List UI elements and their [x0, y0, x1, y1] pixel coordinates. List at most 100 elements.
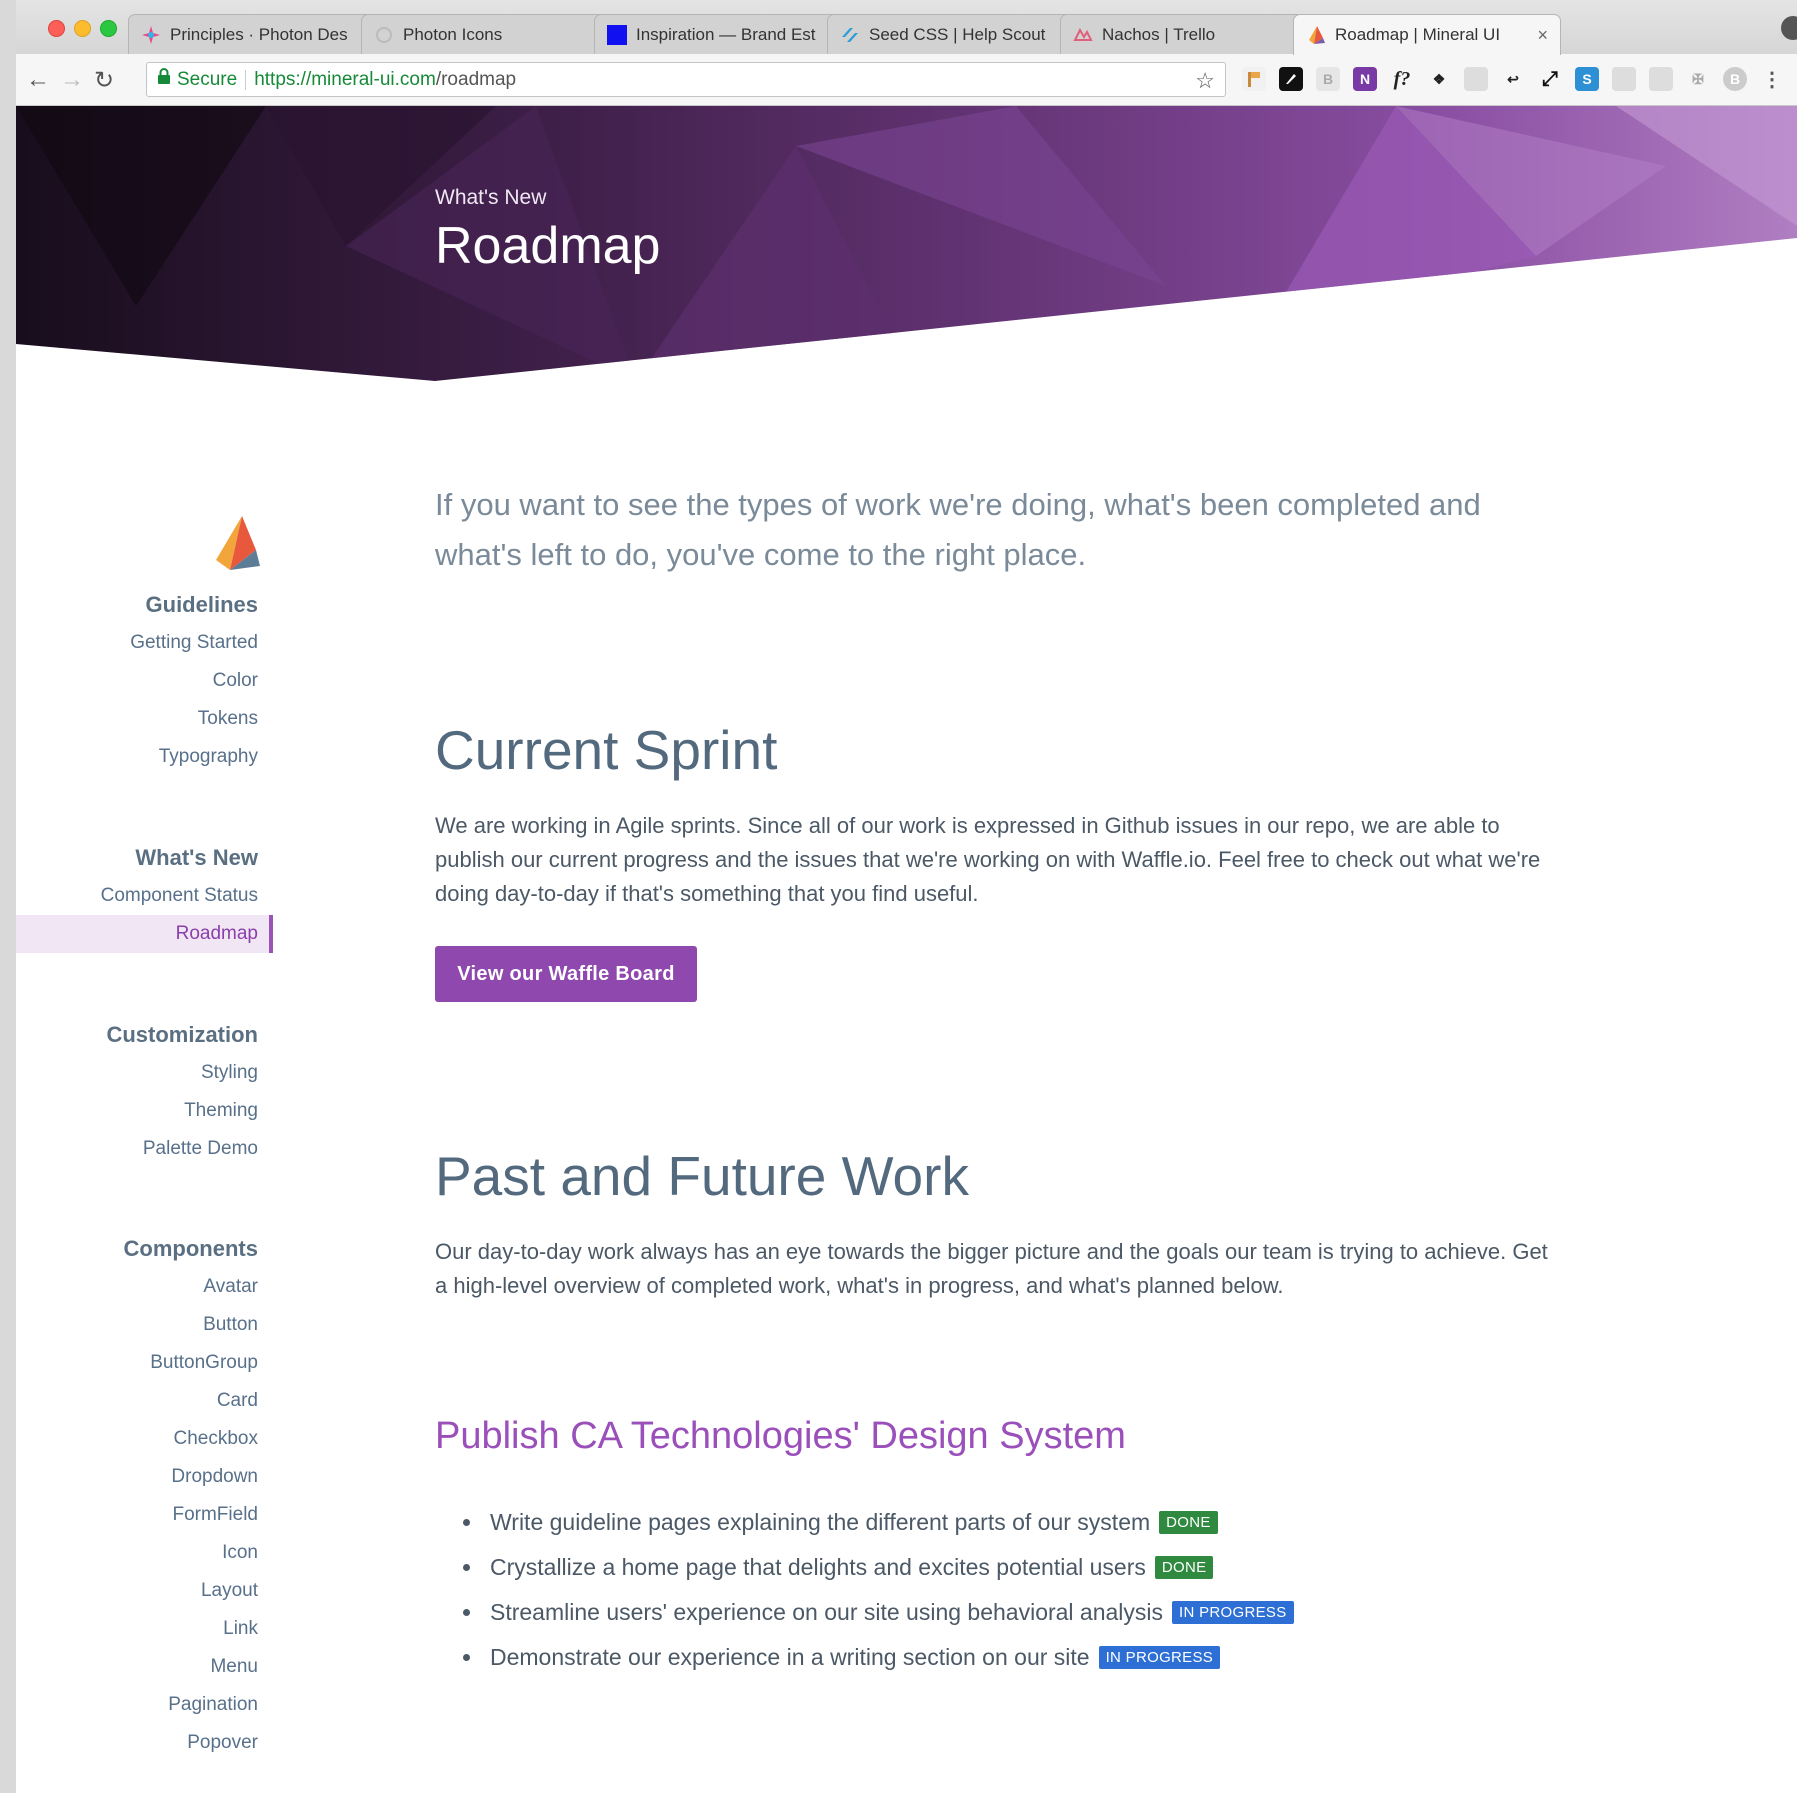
- window-close-button[interactable]: [48, 20, 65, 37]
- extensions-row: B N f? ❖ ↩ ⤢ S ✠ B ⋮: [1242, 67, 1784, 91]
- task-text: Streamline users' experience on our site…: [490, 1599, 1164, 1625]
- current-sprint-heading: Current Sprint: [435, 719, 778, 781]
- sidebar-item-typography[interactable]: Typography: [16, 738, 273, 776]
- page-viewport: What's New Roadmap Guidelines Getting St…: [16, 106, 1797, 1793]
- bullet-icon: [463, 1609, 470, 1616]
- sidebar-item-roadmap[interactable]: Roadmap: [16, 915, 273, 953]
- sidebar-item-tokens[interactable]: Tokens: [16, 700, 273, 738]
- hero-eyebrow: What's New: [435, 186, 547, 209]
- mineral-ui-logo[interactable]: [216, 516, 260, 570]
- tab-nachos[interactable]: Nachos | Trello ×: [1060, 14, 1328, 54]
- sidebar-item-dropdown[interactable]: Dropdown: [16, 1458, 273, 1496]
- current-sprint-text: We are working in Agile sprints. Since a…: [435, 813, 1541, 906]
- grey-tag-extension-icon[interactable]: [1612, 67, 1636, 91]
- sidebar-item-link[interactable]: Link: [16, 1610, 273, 1648]
- hero-banner: [16, 106, 1797, 381]
- grey-wrench-extension-icon[interactable]: ✠: [1686, 67, 1710, 91]
- sidebar-item-icon[interactable]: Icon: [16, 1534, 273, 1572]
- past-future-heading: Past and Future Work: [435, 1145, 969, 1207]
- sidebar-item-avatar[interactable]: Avatar: [16, 1268, 273, 1306]
- list-item: Streamline users' experience on our site…: [463, 1590, 1563, 1635]
- sidebar-item-menu[interactable]: Menu: [16, 1648, 273, 1686]
- bookmark-star-icon[interactable]: ☆: [1195, 68, 1215, 94]
- eyedropper-extension-icon[interactable]: ❖: [1427, 67, 1451, 91]
- sidebar-item-theming[interactable]: Theming: [16, 1092, 273, 1130]
- browser-window: Principles · Photon Des × Photon Icons ×…: [0, 0, 1797, 1793]
- list-item: Write guideline pages explaining the dif…: [463, 1500, 1563, 1545]
- blue-square-icon: [607, 24, 627, 45]
- arrow-extension-icon[interactable]: ↩: [1501, 67, 1525, 91]
- sidebar-item-layout[interactable]: Layout: [16, 1572, 273, 1610]
- close-icon[interactable]: ×: [1537, 25, 1548, 46]
- past-future-text: Our day-to-day work always has an eye to…: [435, 1239, 1548, 1298]
- tab-label: Principles · Photon Des: [170, 24, 348, 44]
- sidebar-heading[interactable]: Components: [16, 1230, 273, 1268]
- task-text: Write guideline pages explaining the dif…: [490, 1509, 1151, 1535]
- font-extension-icon[interactable]: f?: [1390, 67, 1414, 91]
- sidebar-group-customization: Customization Styling Theming Palette De…: [16, 1016, 273, 1168]
- window-maximize-button[interactable]: [100, 20, 117, 37]
- intro-lead: If you want to see the types of work we'…: [435, 487, 1481, 572]
- reload-icon[interactable]: ↻: [94, 66, 114, 95]
- sidebar-item-component-status[interactable]: Component Status: [16, 877, 273, 915]
- goal-heading: Publish CA Technologies' Design System: [435, 1415, 1126, 1457]
- sidebar-item-card[interactable]: Card: [16, 1382, 273, 1420]
- tab-principles[interactable]: Principles · Photon Des ×: [128, 14, 396, 54]
- sidebar-item-buttongroup[interactable]: ButtonGroup: [16, 1344, 273, 1382]
- task-text: Crystallize a home page that delights an…: [490, 1554, 1146, 1580]
- bullet-icon: [463, 1564, 470, 1571]
- loading-spinner-icon: [374, 25, 394, 45]
- tab-label: Photon Icons: [403, 24, 503, 44]
- tab-inspiration[interactable]: Inspiration — Brand Est ×: [594, 14, 862, 54]
- status-badge: DONE: [1159, 1511, 1218, 1534]
- tab-photon-icons[interactable]: Photon Icons ×: [361, 14, 629, 54]
- back-arrow-icon[interactable]: ←: [26, 66, 50, 94]
- sidebar-item-button[interactable]: Button: [16, 1306, 273, 1344]
- address-bar[interactable]: Secure https://mineral-ui.com/roadmap ☆: [146, 62, 1226, 97]
- sidebar-item-palette-demo[interactable]: Palette Demo: [16, 1130, 273, 1168]
- screenshot-extension-icon[interactable]: S: [1575, 67, 1599, 91]
- list-item: Demonstrate our experience in a writing …: [463, 1635, 1563, 1680]
- task-text: Demonstrate our experience in a writing …: [490, 1644, 1090, 1670]
- url-host: https://mineral-ui.com: [254, 68, 436, 90]
- task-list: Write guideline pages explaining the dif…: [463, 1500, 1563, 1680]
- sidebar-item-styling[interactable]: Styling: [16, 1054, 273, 1092]
- sidebar-item-getting-started[interactable]: Getting Started: [16, 624, 273, 662]
- tab-seed-css[interactable]: Seed CSS | Help Scout ×: [827, 14, 1095, 54]
- tab-roadmap[interactable]: Roadmap | Mineral UI ×: [1293, 14, 1561, 55]
- tab-label: Seed CSS | Help Scout: [869, 24, 1046, 44]
- secure-label: Secure: [177, 68, 238, 90]
- photon-spark-icon: [141, 25, 161, 45]
- mineral-ui-icon: [1306, 25, 1326, 45]
- sidebar-heading[interactable]: What's New: [16, 839, 273, 877]
- sidebar-item-pagination[interactable]: Pagination: [16, 1686, 273, 1724]
- grey-b-extension-icon[interactable]: B: [1316, 67, 1340, 91]
- sidebar-item-formfield[interactable]: FormField: [16, 1496, 273, 1534]
- sidebar-item-color[interactable]: Color: [16, 662, 273, 700]
- profile-icon[interactable]: [1781, 16, 1797, 40]
- status-badge: IN PROGRESS: [1098, 1646, 1221, 1669]
- menu-kebab-icon[interactable]: ⋮: [1760, 67, 1784, 91]
- bookmark-flag-extension-icon[interactable]: [1242, 67, 1266, 91]
- forward-arrow-icon[interactable]: →: [60, 66, 84, 94]
- grey-chart-extension-icon[interactable]: [1649, 67, 1673, 91]
- sidebar-item-popover[interactable]: Popover: [16, 1724, 273, 1762]
- pen-extension-icon[interactable]: [1279, 67, 1303, 91]
- tab-bar: Principles · Photon Des × Photon Icons ×…: [16, 0, 1797, 55]
- status-badge: DONE: [1154, 1556, 1214, 1579]
- onenote-extension-icon[interactable]: N: [1353, 67, 1377, 91]
- tab-label: Nachos | Trello: [1102, 24, 1216, 44]
- status-badge: IN PROGRESS: [1172, 1601, 1294, 1624]
- grey-circle-extension-icon[interactable]: B: [1723, 67, 1747, 91]
- window-minimize-button[interactable]: [74, 20, 91, 37]
- help-scout-icon: [840, 25, 860, 45]
- sidebar-group-whats-new: What's New Component Status Roadmap: [16, 839, 273, 953]
- resize-extension-icon[interactable]: ⤢: [1538, 67, 1562, 91]
- sidebar-heading[interactable]: Guidelines: [16, 586, 273, 624]
- sidebar-item-checkbox[interactable]: Checkbox: [16, 1420, 273, 1458]
- tab-label: Inspiration — Brand Est: [636, 24, 816, 44]
- url-path: /roadmap: [435, 68, 517, 90]
- waffle-board-button[interactable]: View our Waffle Board: [435, 946, 697, 1002]
- grey-doc-extension-icon[interactable]: [1464, 67, 1488, 91]
- sidebar-heading[interactable]: Customization: [16, 1016, 273, 1054]
